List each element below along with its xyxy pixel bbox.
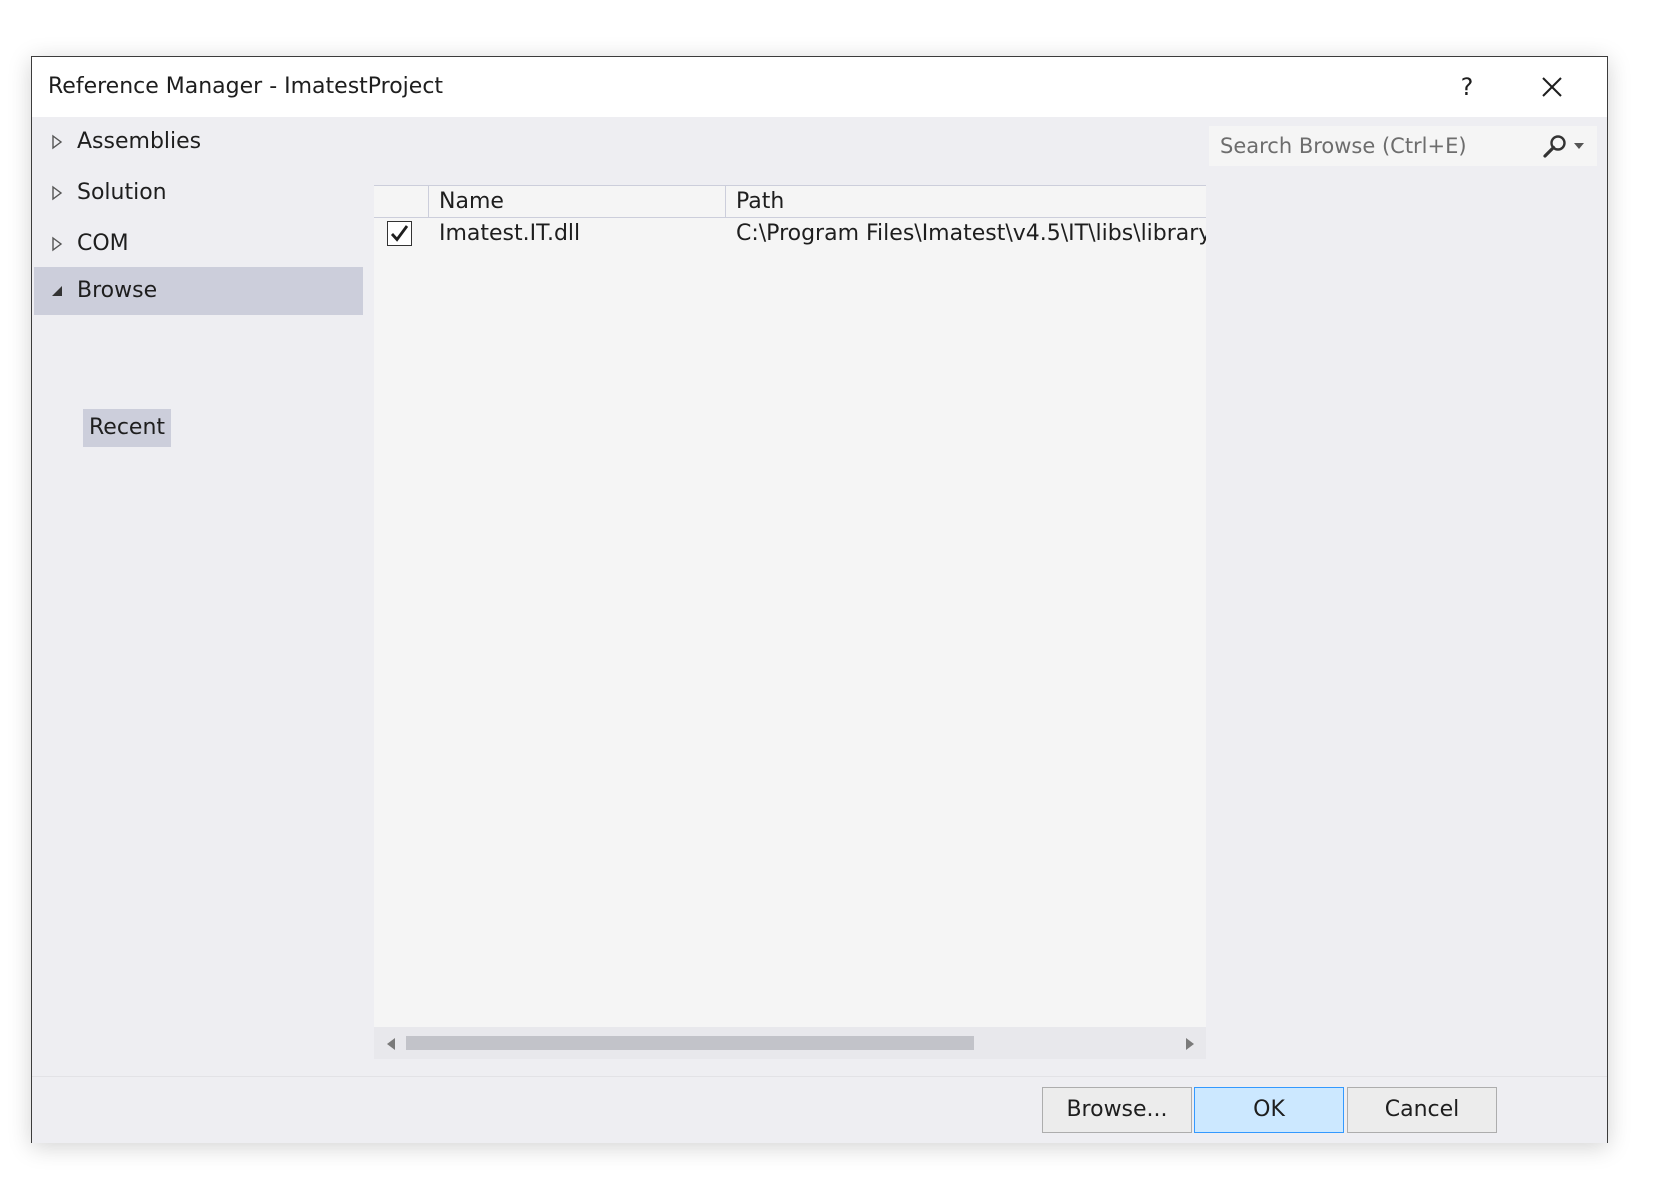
ok-button[interactable]: OK [1194,1087,1344,1133]
nav-item-label: Solution [77,180,167,205]
column-header-name[interactable]: Name [429,186,726,217]
search-icon[interactable] [1541,134,1569,160]
nav-item-label: Assemblies [77,129,202,154]
collapse-arrow-icon [52,286,62,296]
close-icon [1542,77,1562,97]
nav-item-label: COM [77,231,129,256]
table-row[interactable]: Imatest.IT.dll C:\Program Files\Imatest\… [374,218,1206,251]
nav-item-assemblies[interactable]: Assemblies [34,117,363,167]
nav-subitem-recent[interactable]: Recent [83,409,172,447]
scroll-right-icon[interactable] [1183,1036,1197,1052]
nav-item-com[interactable]: COM [34,219,363,269]
dialog-footer: Browse... OK Cancel [32,1076,1607,1143]
nav-item-browse[interactable]: Browse [34,267,363,315]
include-checkbox[interactable] [387,221,412,246]
search-input[interactable] [1209,126,1529,166]
chevron-down-icon[interactable] [1573,142,1585,150]
expand-arrow-icon [52,134,63,150]
reference-list: Name Path Imatest.IT.dll C:\Program File… [374,185,1206,1059]
expand-arrow-icon [52,236,63,252]
search-box [1209,126,1597,166]
nav-item-label: Browse [77,278,158,303]
list-header: Name Path [374,185,1206,218]
browse-button[interactable]: Browse... [1042,1087,1192,1133]
window-title: Reference Manager - ImatestProject [48,74,444,99]
checkbox-column-header [374,186,429,217]
checkmark-icon [390,225,409,242]
reference-name: Imatest.IT.dll [439,221,581,246]
title-bar: Reference Manager - ImatestProject ? [32,57,1607,117]
cancel-button[interactable]: Cancel [1347,1087,1497,1133]
help-button[interactable]: ? [1447,71,1487,103]
reference-path: C:\Program Files\Imatest\v4.5\IT\libs\li… [736,221,1206,246]
scroll-left-icon[interactable] [384,1036,398,1052]
scrollbar-track[interactable] [406,1036,1174,1050]
nav-item-solution[interactable]: Solution [34,168,363,218]
close-button[interactable] [1534,69,1570,105]
horizontal-scrollbar[interactable] [374,1027,1206,1059]
expand-arrow-icon [52,185,63,201]
reference-manager-dialog: Reference Manager - ImatestProject ? Ass… [31,56,1608,1143]
column-header-path[interactable]: Path [726,186,1206,217]
scrollbar-thumb[interactable] [406,1036,975,1050]
